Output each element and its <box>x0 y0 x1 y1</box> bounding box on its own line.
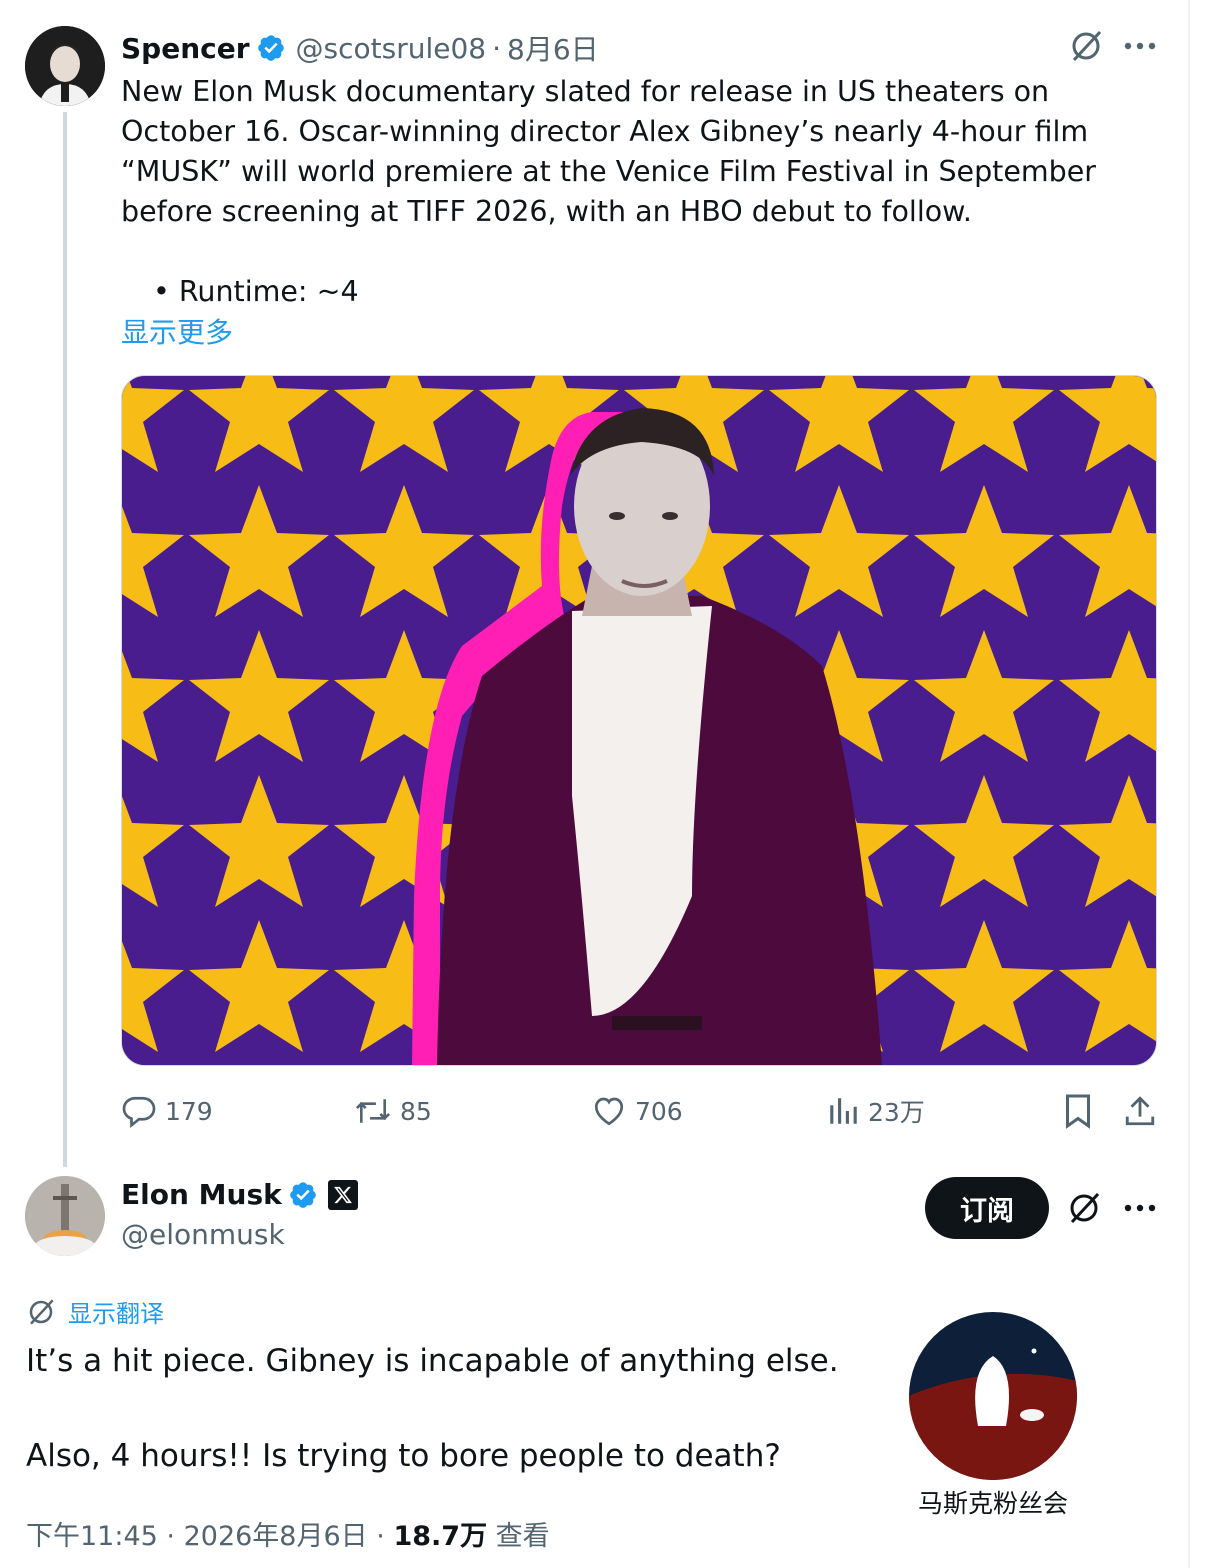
repost-icon <box>355 1099 391 1123</box>
tweet-header: Spencer @scotsrule08 · 8月6日 <box>121 28 599 68</box>
reply-body: It’s a hit piece. Gibney is incapable of… <box>26 1338 839 1479</box>
grok-icon <box>29 1298 54 1325</box>
separator-dot: · <box>166 1521 175 1552</box>
x-affiliate-badge-icon <box>327 1179 358 1210</box>
translate-label: 显示翻译 <box>68 1300 164 1328</box>
tweet-paragraph: New Elon Musk documentary slated for rel… <box>121 75 1096 228</box>
views-button[interactable]: 23万 <box>826 1092 925 1130</box>
tweet-body: New Elon Musk documentary slated for rel… <box>121 72 1166 312</box>
grok-icon[interactable] <box>1066 26 1106 66</box>
reply-handle-row: @elonmusk <box>121 1218 285 1251</box>
column-border <box>1188 0 1190 1568</box>
avatar-photo-icon <box>25 1176 105 1256</box>
reply-count: 179 <box>165 1096 213 1126</box>
post-time[interactable]: 下午11:45 <box>26 1521 158 1552</box>
author-name[interactable]: Spencer <box>121 32 250 65</box>
avatar[interactable] <box>25 1176 105 1256</box>
reply-paragraph: It’s a hit piece. Gibney is incapable of… <box>26 1343 839 1379</box>
analytics-icon <box>830 1098 857 1124</box>
tweet-paragraph: • Runtime: ~4 <box>153 275 359 308</box>
more-options-icon[interactable] <box>1120 1188 1160 1228</box>
fan-club-logo-icon <box>909 1312 1077 1480</box>
reply-meta: 下午11:45 · 2026年8月6日 · 18.7万 查看 <box>26 1514 550 1553</box>
like-count: 706 <box>635 1096 683 1126</box>
star-pattern-portrait-image <box>122 376 1156 1065</box>
share-icon[interactable] <box>1120 1090 1160 1132</box>
avatar-photo-icon <box>25 26 105 106</box>
heart-icon <box>594 1097 624 1126</box>
views-suffix: 查看 <box>495 1521 550 1552</box>
bookmark-icon[interactable] <box>1058 1090 1098 1132</box>
repost-button[interactable]: 85 <box>354 1092 432 1130</box>
thread-connector-line <box>63 112 67 1167</box>
reply-button[interactable]: 179 <box>121 1092 213 1130</box>
subscribe-button[interactable]: 订阅 <box>925 1177 1049 1239</box>
tweet-date[interactable]: 8月6日 <box>507 28 599 68</box>
separator-dot: · <box>492 31 502 65</box>
view-count: 18.7万 <box>393 1521 488 1552</box>
author-handle[interactable]: @scotsrule08 <box>296 32 487 65</box>
grok-icon[interactable] <box>1064 1188 1104 1228</box>
fan-club-logo <box>908 1311 1078 1481</box>
verified-badge-icon <box>289 1181 316 1208</box>
avatar[interactable] <box>25 26 105 106</box>
reply-icon <box>122 1096 156 1129</box>
show-translation-link[interactable]: 显示翻译 <box>26 1294 164 1329</box>
like-button[interactable]: 706 <box>591 1092 683 1130</box>
author-handle[interactable]: @elonmusk <box>121 1218 285 1251</box>
author-name[interactable]: Elon Musk <box>121 1178 282 1211</box>
fan-club-label: 马斯克粉丝会 <box>917 1489 1068 1518</box>
reply-paragraph: Also, 4 hours!! Is trying to bore people… <box>26 1438 781 1474</box>
repost-count: 85 <box>400 1096 432 1126</box>
more-options-icon[interactable] <box>1120 26 1160 66</box>
tweet-media-image[interactable] <box>121 375 1157 1066</box>
view-count: 23万 <box>868 1098 925 1127</box>
post-date[interactable]: 2026年8月6日 <box>184 1521 368 1552</box>
show-more-link[interactable]: 显示更多 <box>121 311 233 351</box>
reply-header: Elon Musk <box>121 1178 358 1211</box>
separator-dot: · <box>376 1521 385 1552</box>
verified-badge-icon <box>257 35 284 61</box>
